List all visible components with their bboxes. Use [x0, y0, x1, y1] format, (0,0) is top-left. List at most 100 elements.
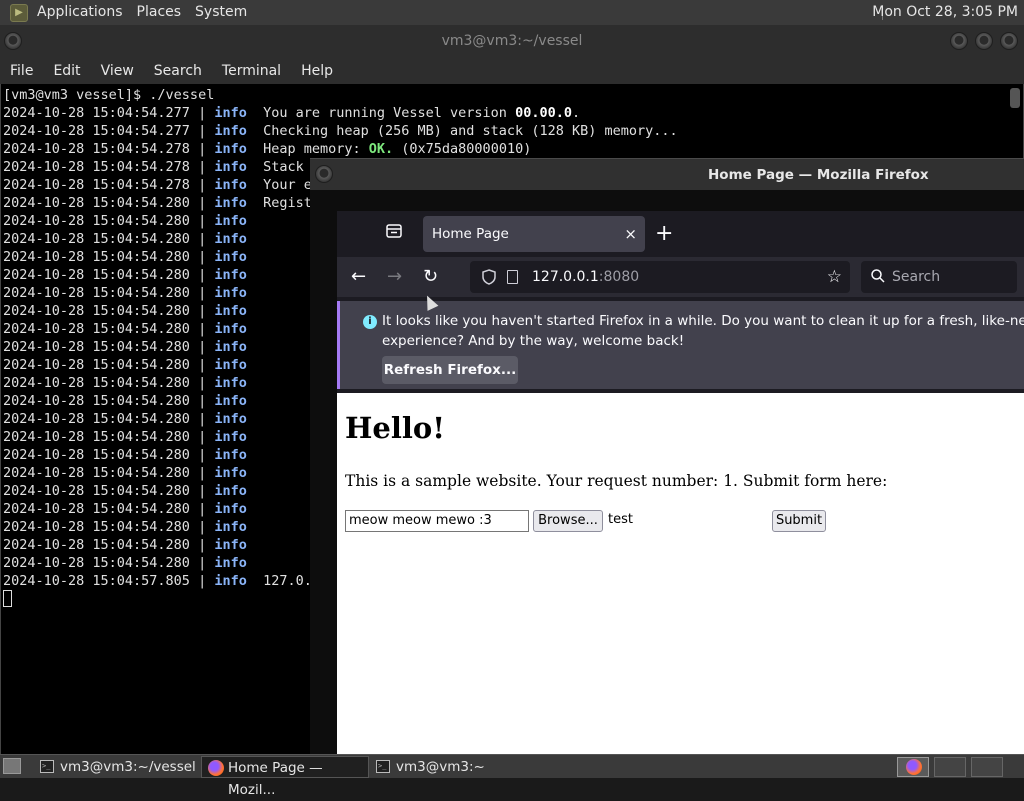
log-message — [247, 357, 263, 373]
url-host: 127.0.0.1 — [532, 269, 599, 285]
menu-edit[interactable]: Edit — [43, 63, 90, 79]
page-heading: Hello! — [345, 411, 445, 445]
firefox-titlebar[interactable]: Home Page — Mozilla Firefox — [310, 158, 1024, 190]
log-level: info — [214, 321, 247, 337]
selected-file-name: test — [608, 512, 633, 527]
menu-places[interactable]: Places — [130, 0, 189, 25]
back-icon[interactable]: ← — [351, 265, 366, 289]
search-icon — [871, 261, 885, 293]
log-timestamp: 2024-10-28 15:04:54.280 | — [3, 465, 215, 481]
terminal-icon: >_ — [40, 760, 54, 773]
task-firefox[interactable]: Home Page — Mozil... — [201, 756, 369, 798]
log-timestamp: 2024-10-28 15:04:54.280 | — [3, 267, 215, 283]
taskbar: >_ vm3@vm3:~/vessel Home Page — Mozil...… — [0, 754, 1024, 798]
log-message — [247, 213, 263, 229]
log-timestamp: 2024-10-28 15:04:54.280 | — [3, 249, 215, 265]
menu-view[interactable]: View — [91, 63, 144, 79]
nav-bar: ← → ↻ 127.0.0.1:8080 ☆ Search — [337, 257, 1024, 297]
workspace-3[interactable] — [971, 757, 1003, 777]
log-message — [247, 483, 263, 499]
log-message — [247, 249, 263, 265]
log-timestamp: 2024-10-28 15:04:54.278 | — [3, 177, 215, 193]
log-message — [247, 321, 263, 337]
log-timestamp: 2024-10-28 15:04:54.280 | — [3, 375, 215, 391]
menu-terminal[interactable]: Terminal — [212, 63, 291, 79]
tab-close-icon[interactable]: × — [624, 216, 637, 252]
tab-home-page[interactable]: Home Page × — [423, 216, 645, 252]
maximize-icon[interactable] — [975, 32, 993, 50]
terminal-titlebar[interactable]: vm3@vm3:~/vessel — [0, 25, 1024, 57]
menu-applications[interactable]: Applications — [30, 0, 130, 25]
log-timestamp: 2024-10-28 15:04:54.280 | — [3, 303, 215, 319]
log-level: info — [214, 303, 247, 319]
log-message — [247, 339, 263, 355]
log-timestamp: 2024-10-28 15:04:54.277 | — [3, 123, 215, 139]
text-input[interactable]: meow meow mewo :3 — [345, 510, 529, 532]
new-tab-icon[interactable]: + — [655, 221, 673, 247]
reload-icon[interactable]: ↻ — [423, 265, 438, 289]
log-message — [247, 447, 263, 463]
log-message — [247, 411, 263, 427]
log-level: info — [214, 501, 247, 517]
log-level: info — [214, 447, 247, 463]
page-icon — [507, 270, 518, 284]
url-bar[interactable]: 127.0.0.1:8080 ☆ — [470, 261, 850, 293]
minimize-icon[interactable] — [950, 32, 968, 50]
log-message — [247, 429, 263, 445]
bookmark-star-icon[interactable]: ☆ — [827, 261, 842, 293]
log-timestamp: 2024-10-28 15:04:54.280 | — [3, 501, 215, 517]
log-level: info — [214, 213, 247, 229]
menu-system[interactable]: System — [188, 0, 254, 25]
forward-icon[interactable]: → — [387, 265, 402, 289]
workspace-2[interactable] — [934, 757, 966, 777]
firefox-icon — [906, 759, 922, 775]
browse-button[interactable]: Browse... — [533, 510, 603, 532]
log-message — [247, 393, 263, 409]
log-timestamp: 2024-10-28 15:04:54.280 | — [3, 195, 215, 211]
window-menu-icon[interactable] — [4, 32, 22, 50]
search-bar[interactable]: Search — [861, 261, 1017, 293]
log-timestamp: 2024-10-28 15:04:57.805 | — [3, 573, 215, 589]
clock[interactable]: Mon Oct 28, 3:05 PM — [872, 0, 1018, 25]
log-level: info — [214, 177, 247, 193]
terminal-line: 2024-10-28 15:04:54.278 | info Heap memo… — [3, 140, 678, 158]
workspace-1[interactable] — [897, 757, 929, 777]
log-level: info — [214, 483, 247, 499]
window-menu-icon[interactable] — [315, 165, 333, 183]
menu-help[interactable]: Help — [291, 63, 343, 79]
log-level: info — [214, 375, 247, 391]
show-desktop-icon[interactable] — [3, 758, 21, 774]
log-timestamp: 2024-10-28 15:04:54.280 | — [3, 483, 215, 499]
firefox-window-title: Home Page — Mozilla Firefox — [708, 167, 929, 183]
log-level: info — [214, 249, 247, 265]
menu-search[interactable]: Search — [144, 63, 212, 79]
task-terminal-vessel[interactable]: >_ vm3@vm3:~/vessel — [34, 756, 197, 778]
log-message — [247, 267, 263, 283]
log-timestamp: 2024-10-28 15:04:54.280 | — [3, 231, 215, 247]
log-message — [247, 285, 263, 301]
page-paragraph: This is a sample website. Your request n… — [345, 472, 888, 490]
log-ok: OK. — [368, 141, 394, 157]
applications-icon[interactable]: ▶ — [10, 3, 28, 22]
log-timestamp: 2024-10-28 15:04:54.277 | — [3, 105, 215, 121]
refresh-firefox-button[interactable]: Refresh Firefox... — [382, 356, 518, 384]
log-level: info — [214, 555, 247, 571]
log-message — [247, 303, 263, 319]
menu-file[interactable]: File — [0, 63, 43, 79]
task-label: vm3@vm3:~ — [396, 759, 485, 775]
close-icon[interactable] — [1000, 32, 1018, 50]
tab-list-icon[interactable] — [383, 223, 405, 245]
terminal-scrollbar[interactable] — [1010, 88, 1020, 108]
log-level: info — [214, 123, 247, 139]
page-content: Hello! This is a sample website. Your re… — [337, 393, 1024, 754]
task-label: Home Page — Mozil... — [228, 760, 323, 798]
terminal-line: 2024-10-28 15:04:54.277 | info Checking … — [3, 122, 678, 140]
log-message: Checking heap (256 MB) and stack (128 KB… — [246, 123, 678, 139]
submit-button[interactable]: Submit — [772, 510, 826, 532]
log-timestamp: 2024-10-28 15:04:54.280 | — [3, 285, 215, 301]
log-level: info — [214, 537, 247, 553]
log-timestamp: 2024-10-28 15:04:54.280 | — [3, 339, 215, 355]
task-terminal-home[interactable]: >_ vm3@vm3:~ — [370, 756, 533, 778]
shield-icon[interactable] — [482, 261, 496, 293]
log-level: info — [214, 465, 247, 481]
